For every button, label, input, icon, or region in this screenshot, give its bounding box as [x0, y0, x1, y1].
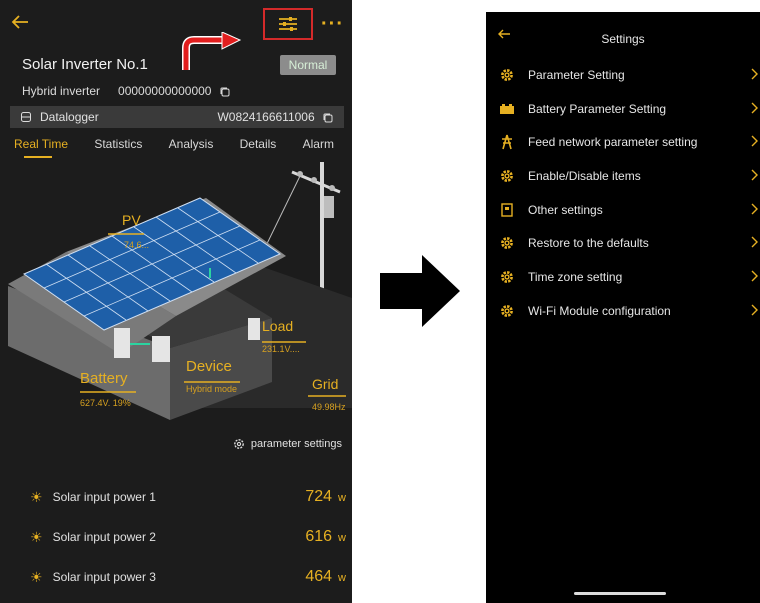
chevron-right-icon [751, 203, 758, 215]
energy-flow-scene: PV 74.6... Battery 627.4V. 19% Device Hy… [0, 158, 352, 428]
power-value: 464 [305, 568, 333, 585]
page-title: Settings [601, 32, 645, 46]
status-badge: Normal [280, 55, 336, 75]
device-mode: Hybrid mode [186, 384, 238, 394]
datalogger-bar[interactable]: Datalogger W0824166611006 [10, 106, 344, 128]
menu-item-feed-network[interactable]: Feed network parameter setting [486, 127, 760, 157]
sun-icon: ☀ [30, 528, 43, 545]
list-item: ☀ Solar input power 2 616 w [30, 528, 346, 546]
datalogger-id: W0824166611006 [217, 110, 315, 124]
list-item: ☀ Solar input power 3 464 w [30, 568, 346, 586]
gear-icon [498, 167, 516, 185]
tab-statistics[interactable]: Statistics [94, 137, 142, 151]
parameter-settings-label: parameter settings [250, 438, 342, 450]
menu-item-other-settings[interactable]: Other settings [486, 195, 760, 225]
load-label: Load [262, 318, 294, 334]
power-tower-icon [498, 133, 516, 151]
gear-icon [233, 439, 244, 449]
pv-value: 74.6... [124, 240, 150, 250]
menu-item-label: Other settings [528, 203, 603, 217]
menu-item-label: Time zone setting [528, 270, 623, 284]
sun-icon: ☀ [30, 568, 43, 585]
gear-icon [498, 234, 516, 252]
load-value: 231.1V.... [262, 344, 300, 354]
copy-icon[interactable] [322, 112, 334, 124]
gear-icon [498, 66, 516, 84]
tab-real-time[interactable]: Real Time [14, 137, 68, 158]
menu-item-enable-disable[interactable]: Enable/Disable items [486, 161, 760, 191]
pv-label: PV [122, 212, 141, 228]
sliders-icon [279, 17, 298, 31]
power-label: Solar input power 1 [52, 490, 156, 504]
chevron-right-icon [751, 236, 758, 248]
datalogger-icon [21, 112, 31, 122]
battery-icon [498, 100, 516, 118]
device-screen: ··· Solar Inverter No.1 Normal Hybrid in… [0, 0, 352, 603]
power-value: 724 [305, 488, 333, 505]
tab-analysis[interactable]: Analysis [169, 137, 214, 151]
transition-arrow-icon [380, 255, 460, 327]
home-indicator[interactable] [574, 592, 666, 595]
battery-label: Battery [80, 370, 128, 387]
device-title: Solar Inverter No.1 [22, 56, 148, 73]
list-item: ☀ Solar input power 1 724 w [30, 488, 346, 506]
grid-label: Grid [312, 376, 339, 392]
grid-value: 49.98Hz [312, 402, 346, 412]
power-label: Solar input power 3 [52, 570, 156, 584]
tab-details[interactable]: Details [240, 137, 277, 151]
menu-item-wifi-module[interactable]: Wi-Fi Module configuration [486, 296, 760, 326]
power-unit: w [338, 572, 346, 584]
device-type: Hybrid inverter [22, 84, 101, 98]
house-illustration [8, 162, 352, 420]
menu-item-battery-parameter-setting[interactable]: Battery Parameter Setting [486, 94, 760, 124]
device-serial: 00000000000000 [118, 84, 212, 98]
gear-icon [498, 302, 516, 320]
chevron-right-icon [751, 68, 758, 80]
menu-item-label: Feed network parameter setting [528, 135, 698, 149]
tab-bar: Real Time Statistics Analysis Details Al… [0, 137, 352, 158]
more-options-icon[interactable]: ··· [321, 14, 344, 34]
menu-item-label: Restore to the defaults [528, 236, 649, 250]
back-arrow-icon[interactable] [8, 10, 32, 34]
chevron-right-icon [751, 169, 758, 181]
power-unit: w [338, 532, 346, 544]
parameter-settings-link[interactable]: parameter settings [233, 438, 342, 450]
chevron-right-icon [751, 135, 758, 147]
menu-item-time-zone[interactable]: Time zone setting [486, 262, 760, 292]
chevron-right-icon [751, 102, 758, 114]
settings-screen: Settings Parameter Setting Battery Param… [486, 12, 760, 603]
menu-item-label: Wi-Fi Module configuration [528, 304, 671, 318]
sun-icon: ☀ [30, 488, 43, 505]
power-value: 616 [305, 528, 333, 545]
datalogger-label: Datalogger [40, 110, 99, 124]
menu-item-label: Battery Parameter Setting [528, 102, 667, 116]
red-pointer-arrow [182, 32, 242, 70]
gear-icon [498, 268, 516, 286]
chevron-right-icon [751, 304, 758, 316]
battery-value: 627.4V. 19% [80, 398, 131, 408]
tab-alarm[interactable]: Alarm [303, 137, 334, 151]
device-label: Device [186, 358, 232, 375]
chevron-right-icon [751, 270, 758, 282]
menu-item-parameter-setting[interactable]: Parameter Setting [486, 60, 760, 90]
document-icon [498, 201, 516, 219]
power-label: Solar input power 2 [52, 530, 156, 544]
menu-item-label: Parameter Setting [528, 68, 625, 82]
menu-item-restore-defaults[interactable]: Restore to the defaults [486, 228, 760, 258]
power-unit: w [338, 492, 346, 504]
menu-item-label: Enable/Disable items [528, 169, 641, 183]
settings-sliders-button[interactable] [263, 8, 314, 40]
copy-icon[interactable] [219, 86, 231, 98]
